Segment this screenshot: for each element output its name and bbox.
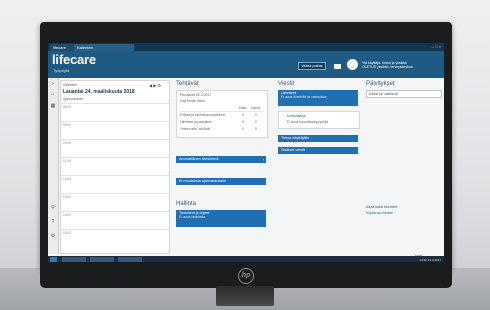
user-avatar-icon[interactable] bbox=[347, 59, 358, 70]
calendar-time: 12:00 bbox=[63, 177, 71, 181]
user-info: Ylä käyttäjä- tiedot ja yksikkö OLETUS y… bbox=[362, 61, 434, 69]
calendar-row bbox=[61, 157, 169, 158]
calendar-subheader: Ajanvaraukset bbox=[63, 97, 84, 101]
grid-icon[interactable]: ▦ bbox=[50, 104, 56, 109]
notices-tile-sub: Ei uusia tiedotteita bbox=[179, 215, 206, 220]
tab-kalenteri[interactable]: Kalenteri bbox=[74, 44, 134, 51]
new-notice-link[interactable]: Kirjoita uusi tiedote bbox=[366, 211, 393, 215]
calendar-row bbox=[61, 193, 169, 194]
monitor-stand bbox=[216, 286, 274, 306]
consultations-sub: Ei uusia konsultaatiopyyntöjä bbox=[287, 120, 329, 124]
tasks-card-title[interactable]: Perusteet 22.3.2017 bbox=[180, 93, 212, 97]
calendar-time: 10:00 bbox=[63, 141, 71, 145]
calendar-panel: Kalenteri ◀ ▶ ⚙ Lauantai 24. maaliskuuta… bbox=[60, 80, 170, 254]
calendar-time: 13:00 bbox=[63, 195, 71, 199]
tasks-card: Perusteet 22.3.2017 Käyt tämän viikon Kä… bbox=[176, 90, 268, 138]
link-icon[interactable]: ⚲ bbox=[50, 206, 56, 211]
referrals-tile-sub: Ei uusia lähetteitä tai vastauksia bbox=[281, 95, 327, 100]
taskbar-clock: 14:32 23.3.2017 bbox=[419, 257, 441, 262]
app-logo[interactable]: lifecare bbox=[52, 53, 96, 67]
summary-button[interactable]: Ammatillinen tiivistelmä › bbox=[176, 156, 266, 163]
taskbar-app[interactable] bbox=[62, 257, 86, 262]
settings-icon[interactable]: ⚙ bbox=[50, 234, 56, 239]
tasks-row-a: 0 bbox=[242, 120, 244, 124]
screen: lifecare Kalenteri – □ × lifecare Työpöy… bbox=[48, 43, 444, 262]
home-icon[interactable]: ⌂ bbox=[50, 92, 56, 97]
calendar-nav-icons[interactable]: ◀ ▶ ⚙ bbox=[149, 83, 161, 88]
consultations-card[interactable]: Konsultaatiot Ei uusia konsultaatiopyynt… bbox=[278, 111, 360, 129]
calendar-time: 09:00 bbox=[63, 123, 71, 127]
tasks-row-b: 0 bbox=[255, 120, 257, 124]
user-info-line2: OLETUS yksikkö, terveyskeskus bbox=[362, 65, 413, 69]
appointments-button[interactable]: Ei muutoksia ajanvarauksiin bbox=[176, 178, 266, 185]
user-info-button-label: Tietoa käyttäjälle bbox=[281, 136, 310, 140]
calendar-row bbox=[61, 121, 169, 122]
tasks-row-a: 0 bbox=[242, 113, 244, 117]
consultations-title: Konsultaatiot bbox=[287, 114, 306, 118]
taskbar-app[interactable] bbox=[118, 257, 142, 262]
calendar-row bbox=[61, 103, 169, 104]
messages-title: Viestit bbox=[278, 81, 295, 87]
notices-tile-title: Tiedotteet ja ohjeet bbox=[179, 211, 210, 215]
calendar-row bbox=[61, 211, 169, 212]
summary-button-label: Ammatillinen tiivistelmä bbox=[179, 157, 219, 161]
all-notices-link[interactable]: Näytä kaikki tiedotteet bbox=[366, 205, 397, 209]
user-info-button[interactable]: Tietoa käyttäjälle bbox=[278, 135, 358, 142]
os-taskbar: 14:32 23.3.2017 bbox=[48, 256, 444, 262]
calendar-label: Kalenteri bbox=[63, 83, 77, 87]
referrals-tile[interactable]: Lähetteet Ei uusia lähetteitä tai vastau… bbox=[278, 90, 358, 106]
tasks-col1: Käsit. bbox=[239, 106, 247, 110]
tasks-row-label[interactable]: Lähetteet ja palautteet bbox=[180, 120, 212, 124]
start-icon[interactable] bbox=[50, 257, 57, 262]
referrals-tile-title: Lähetteet bbox=[281, 91, 296, 95]
select-patient-button[interactable]: Valitse potilas bbox=[298, 62, 326, 70]
internal-messages-label: Sisäiset viestit bbox=[281, 148, 306, 152]
updates-title: Päivitykset bbox=[366, 81, 395, 87]
appointments-button-label: Ei muutoksia ajanvarauksiin bbox=[179, 179, 227, 183]
calendar-time: 08:00 bbox=[63, 105, 71, 109]
help-icon[interactable]: ? bbox=[50, 220, 56, 225]
calendar-time: 14:00 bbox=[63, 213, 71, 217]
calendar-time: 11:00 bbox=[63, 159, 71, 163]
hp-logo: hp bbox=[238, 268, 254, 284]
calendar-row bbox=[61, 175, 169, 176]
calendar-row bbox=[61, 139, 169, 140]
updates-select[interactable]: Kaikki tai valittavat bbox=[366, 90, 442, 98]
expand-icon[interactable]: › bbox=[50, 82, 56, 87]
tasks-col2: Valmiit bbox=[251, 106, 261, 110]
tasks-row-a: 0 bbox=[242, 127, 244, 131]
tasks-row-b: 0 bbox=[255, 127, 257, 131]
chevron-right-icon: › bbox=[262, 158, 264, 162]
left-rail: › ⌂ ▦ ⚲ ? ⚙ bbox=[48, 78, 59, 254]
browser-tabbar: lifecare Kalenteri – □ × bbox=[48, 43, 444, 51]
tasks-title: Tehtävät bbox=[176, 81, 199, 87]
notices-tile[interactable]: Tiedotteet ja ohjeet Ei uusia tiedotteit… bbox=[176, 210, 266, 227]
window-controls[interactable]: – □ × bbox=[432, 44, 441, 49]
tasks-row-label[interactable]: Potilaat ja kotihoitosuunnitelmat bbox=[180, 113, 225, 117]
calendar-row bbox=[61, 229, 169, 230]
app-logo-subtitle: Työpöytä bbox=[53, 68, 70, 73]
admin-title: Hallinta bbox=[176, 201, 197, 207]
tasks-card-sub: Käyt tämän viikon bbox=[180, 99, 206, 103]
tasks-row-b: 0 bbox=[255, 113, 257, 117]
internal-messages-button[interactable]: Sisäiset viestit bbox=[278, 147, 358, 154]
mail-icon[interactable] bbox=[334, 64, 341, 69]
calendar-time: 15:00 bbox=[63, 231, 71, 235]
taskbar-app[interactable] bbox=[90, 257, 114, 262]
tasks-row-label[interactable]: Yhteenvetot, tehtävät bbox=[180, 127, 210, 131]
app-header: lifecare Työpöytä Valitse potilas Ylä kä… bbox=[48, 51, 444, 78]
calendar-date[interactable]: Lauantai 24. maaliskuuta 2018 bbox=[63, 89, 135, 95]
